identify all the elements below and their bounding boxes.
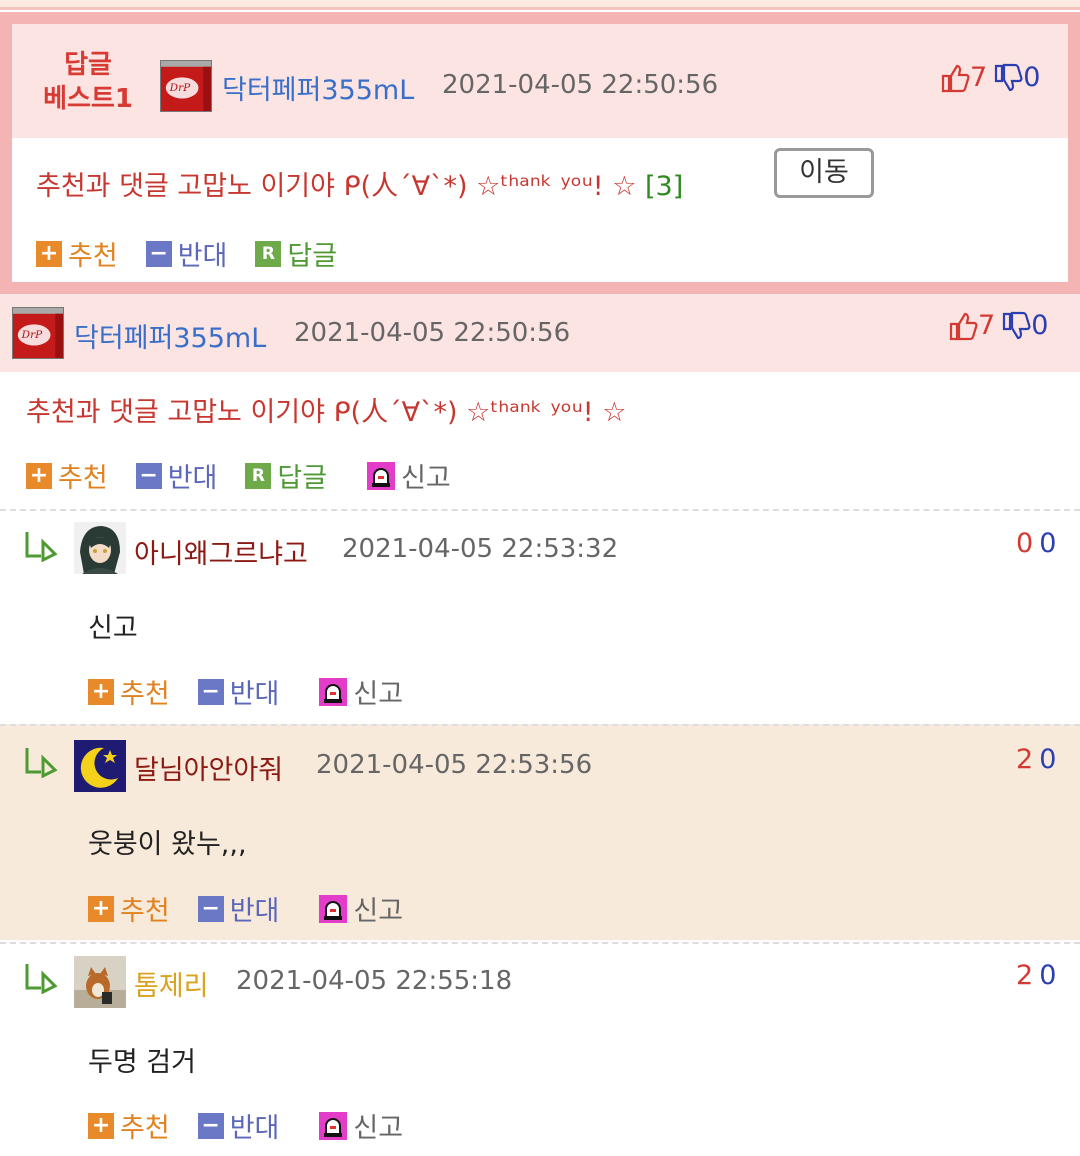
- moon-star-icon: [74, 740, 126, 792]
- comment-datetime: 2021-04-05 22:50:56: [294, 318, 571, 348]
- downvote-count: 0: [1031, 310, 1049, 341]
- recommend-button[interactable]: + 추천: [88, 672, 170, 711]
- plus-icon: +: [26, 462, 52, 489]
- best-comment-text: 추천과 댓글 고맙노 이기야 ᑭ(人´∀`*) ☆ᵗʰᵃⁿᵏ ʸᵒᵘ! ☆ [3…: [36, 171, 684, 202]
- reply-arrow-icon: [25, 748, 58, 778]
- anime-character-avatar-icon: [74, 522, 126, 574]
- comment-actions: + 추천 − 반대 R 답글: [36, 234, 365, 273]
- oppose-button[interactable]: − 반대: [197, 889, 279, 928]
- siren-icon: [319, 894, 348, 923]
- thumbs-up-icon[interactable]: [940, 62, 970, 94]
- plus-icon: +: [88, 1112, 114, 1139]
- siren-icon: [319, 677, 348, 706]
- nickname[interactable]: 톰제리: [134, 964, 209, 1003]
- minus-icon: −: [197, 1112, 224, 1139]
- minus-icon: −: [145, 240, 172, 267]
- divider: [0, 509, 1080, 511]
- comment-actions: + 추천 − 반대 신고: [88, 889, 431, 928]
- best-reply-box: 답글 베스트1 DrP 닥터페퍼355mL 2021-04-05 22:50:5…: [0, 12, 1080, 294]
- nickname[interactable]: 닥터페퍼355mL: [74, 316, 266, 355]
- comment-actions: + 추천 − 반대 신고: [88, 672, 431, 711]
- plus-icon: +: [36, 240, 62, 267]
- avatar[interactable]: DrP: [160, 60, 212, 112]
- report-button[interactable]: 신고: [367, 456, 451, 495]
- reply-arrow-icon: [25, 532, 58, 562]
- reply-button[interactable]: R 답글: [255, 234, 337, 273]
- upvote-count: 2: [1016, 960, 1034, 991]
- upvote-count: 2: [1016, 744, 1034, 775]
- upvote-count: 7: [978, 310, 996, 341]
- drpepper-can-icon: DrP: [161, 61, 211, 111]
- comment-actions: + 추천 − 반대 신고: [88, 1106, 431, 1145]
- minus-icon: −: [197, 678, 224, 705]
- reply-text: 두명 검거: [88, 1047, 196, 1078]
- avatar[interactable]: [74, 956, 126, 1008]
- vote-counts: 7 0: [940, 62, 1040, 94]
- svg-text:DrP: DrP: [169, 82, 192, 94]
- vote-counts: 00: [1016, 528, 1056, 559]
- avatar[interactable]: DrP: [12, 307, 64, 359]
- thumbs-up-icon[interactable]: [948, 310, 978, 342]
- minus-icon: −: [135, 462, 162, 489]
- thumbs-down-icon[interactable]: [1001, 310, 1031, 342]
- upvote-count: 7: [970, 62, 988, 93]
- comment-actions: + 추천 − 반대 R 답글 신고: [26, 456, 479, 495]
- reply-arrow-icon: [25, 964, 58, 994]
- oppose-button[interactable]: − 반대: [145, 234, 227, 273]
- top-divider: [0, 0, 1080, 10]
- siren-icon: [367, 461, 396, 490]
- nickname[interactable]: 닥터페퍼355mL: [222, 68, 414, 107]
- reply-icon: R: [245, 462, 272, 489]
- minus-icon: −: [197, 895, 224, 922]
- siren-icon: [319, 1111, 348, 1140]
- recommend-button[interactable]: + 추천: [88, 1106, 170, 1145]
- vote-counts: 7 0: [948, 310, 1048, 342]
- divider: [0, 942, 1080, 944]
- downvote-count: 0: [1039, 528, 1057, 559]
- upvote-count: 0: [1016, 528, 1034, 559]
- move-button[interactable]: 이동: [774, 148, 874, 198]
- report-button[interactable]: 신고: [319, 889, 403, 928]
- recommend-button[interactable]: + 추천: [26, 456, 108, 495]
- vote-counts: 20: [1016, 960, 1056, 991]
- downvote-count: 0: [1039, 744, 1057, 775]
- avatar[interactable]: [74, 522, 126, 574]
- comment-datetime: 2021-04-05 22:53:32: [342, 534, 619, 564]
- reply-icon: R: [255, 240, 282, 267]
- nickname[interactable]: 아니왜그르냐고: [134, 532, 308, 571]
- reply-count[interactable]: [3]: [645, 171, 683, 202]
- original-comment-text: 추천과 댓글 고맙노 이기야 ᑭ(人´∀`*) ☆ᵗʰᵃⁿᵏ ʸᵒᵘ! ☆: [26, 397, 627, 428]
- nickname[interactable]: 달님아안아줘: [134, 748, 283, 787]
- drpepper-can-icon: DrP: [13, 308, 63, 358]
- downvote-count: 0: [1039, 960, 1057, 991]
- comment-datetime: 2021-04-05 22:50:56: [442, 70, 719, 100]
- best-reply-label: 답글 베스트1: [43, 50, 133, 114]
- plus-icon: +: [88, 678, 114, 705]
- recommend-button[interactable]: + 추천: [36, 234, 118, 273]
- svg-text:DrP: DrP: [21, 329, 44, 341]
- oppose-button[interactable]: − 반대: [135, 456, 217, 495]
- downvote-count: 0: [1023, 62, 1041, 93]
- comment-datetime: 2021-04-05 22:53:56: [316, 750, 593, 780]
- report-button[interactable]: 신고: [319, 1106, 403, 1145]
- reply-text: 웃붕이 왔누,,,: [88, 829, 247, 860]
- plus-icon: +: [88, 895, 114, 922]
- reply-text: 신고: [88, 613, 138, 644]
- comment-datetime: 2021-04-05 22:55:18: [236, 966, 513, 996]
- avatar[interactable]: [74, 740, 126, 792]
- report-button[interactable]: 신고: [319, 672, 403, 711]
- cat-photo-avatar-icon: [74, 956, 126, 1008]
- reply-button[interactable]: R 답글: [245, 456, 327, 495]
- recommend-button[interactable]: + 추천: [88, 889, 170, 928]
- oppose-button[interactable]: − 반대: [197, 672, 279, 711]
- oppose-button[interactable]: − 반대: [197, 1106, 279, 1145]
- thumbs-down-icon[interactable]: [993, 62, 1023, 94]
- vote-counts: 20: [1016, 744, 1056, 775]
- best-reply-header: 답글 베스트1 DrP 닥터페퍼355mL 2021-04-05 22:50:5…: [12, 24, 1068, 138]
